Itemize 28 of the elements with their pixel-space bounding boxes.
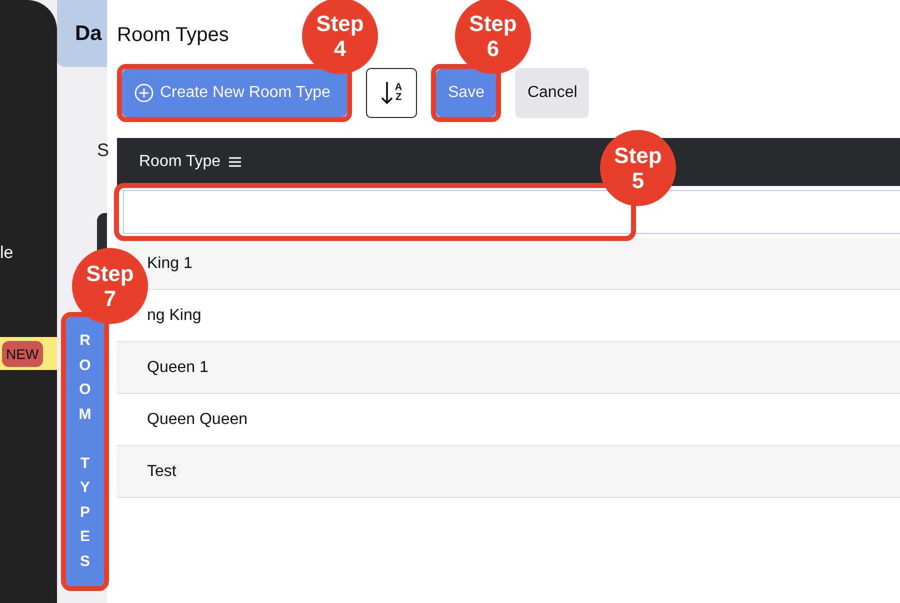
table-cell[interactable]: Queen 1 (147, 358, 208, 376)
table-cell[interactable]: ng King (147, 306, 202, 324)
filter-field[interactable] (123, 190, 900, 234)
step-label: Step (614, 143, 662, 168)
table-cell[interactable]: Test (147, 462, 176, 480)
step-number: 4 (334, 36, 346, 61)
step-number: 6 (486, 36, 500, 61)
step-label: Step (316, 11, 364, 36)
step-number: 7 (104, 286, 116, 311)
sidebar-item[interactable]: le (0, 243, 20, 263)
column-header[interactable]: Room Type (139, 153, 221, 171)
step-label: Step (86, 261, 134, 286)
create-button[interactable]: Create New Room Type (122, 69, 347, 117)
save-button[interactable]: Save (436, 69, 496, 117)
page-title: Da (75, 22, 102, 46)
table-cell[interactable]: Queen Queen (147, 410, 248, 428)
room-types-tab[interactable]: ROOM TYPES (66, 317, 104, 586)
menu-icon[interactable] (228, 157, 241, 167)
step-number: 5 (632, 168, 644, 193)
sort-button[interactable]: A Z (366, 68, 417, 118)
plus-circle-icon (134, 83, 154, 103)
step-label: Step (469, 11, 517, 36)
cancel-button[interactable]: Cancel (515, 68, 590, 118)
dialog-title: Room Types (117, 24, 229, 48)
section-label: S (97, 140, 110, 161)
table-cell[interactable]: King 1 (147, 254, 192, 272)
arrow-down-icon (380, 81, 393, 105)
new-badge: NEW (2, 340, 43, 366)
